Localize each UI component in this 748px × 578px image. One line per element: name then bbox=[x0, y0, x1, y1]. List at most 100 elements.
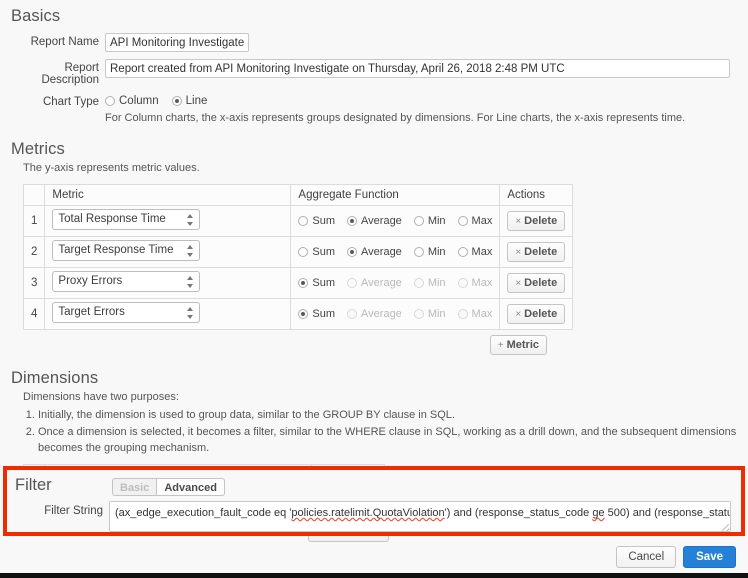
agg-max-label: Max bbox=[472, 308, 493, 320]
radio-average-icon[interactable] bbox=[347, 216, 357, 226]
radio-average-icon bbox=[347, 278, 357, 288]
radio-max-icon bbox=[458, 278, 468, 288]
resize-handle-icon[interactable] bbox=[719, 521, 729, 531]
agg-sum-label: Sum bbox=[312, 246, 335, 258]
filter-string-input[interactable]: (ax_edge_execution_fault_code eq 'polici… bbox=[109, 501, 731, 532]
agg-option-average-3: Average bbox=[347, 277, 402, 289]
metrics-row-actions-cell: × Delete bbox=[500, 206, 573, 237]
agg-average-label: Average bbox=[361, 215, 402, 227]
agg-option-max-2[interactable]: Max bbox=[458, 246, 493, 258]
agg-option-sum-1[interactable]: Sum bbox=[298, 215, 335, 227]
radio-min-icon bbox=[414, 309, 424, 319]
agg-min-label: Min bbox=[428, 277, 446, 289]
delete-metric-button-2[interactable]: × Delete bbox=[507, 242, 565, 262]
metrics-row-aggregate-cell: Sum Average Min bbox=[291, 299, 500, 330]
filter-section-highlight: Filter Basic Advanced Filter String (ax_… bbox=[3, 466, 745, 536]
agg-option-average-2[interactable]: Average bbox=[347, 246, 402, 258]
basics-section: Basics Report Name Report Description Ch… bbox=[0, 0, 748, 126]
plus-icon: + bbox=[498, 340, 504, 351]
dimensions-note: Dimensions have two purposes: bbox=[23, 390, 737, 406]
add-metric-button[interactable]: + Metric bbox=[490, 335, 547, 355]
close-icon: × bbox=[515, 247, 521, 258]
filter-section: Filter Basic Advanced Filter String (ax_… bbox=[7, 470, 741, 532]
agg-option-max-3: Max bbox=[458, 277, 493, 289]
metrics-table: Metric Aggregate Function Actions 1 Tota… bbox=[23, 184, 573, 330]
metrics-row-index: 1 bbox=[24, 206, 45, 237]
metrics-row-actions-cell: × Delete bbox=[500, 268, 573, 299]
radio-sum-icon[interactable] bbox=[298, 309, 308, 319]
report-description-input[interactable] bbox=[105, 59, 730, 78]
agg-min-label: Min bbox=[428, 246, 446, 258]
filter-string-label: Filter String bbox=[15, 501, 109, 517]
chart-type-line-label: Line bbox=[186, 95, 208, 107]
metrics-row-metric-cell: Total Response Time bbox=[45, 206, 291, 237]
table-row: 4 Target Errors Sum bbox=[24, 299, 573, 330]
agg-min-label: Min bbox=[428, 308, 446, 320]
metrics-table-header-row: Metric Aggregate Function Actions bbox=[24, 185, 573, 206]
chart-type-options: Column Line bbox=[105, 93, 685, 107]
save-button[interactable]: Save bbox=[683, 546, 736, 568]
radio-max-icon[interactable] bbox=[458, 216, 468, 226]
agg-option-max-1[interactable]: Max bbox=[458, 215, 493, 227]
chart-type-label: Chart Type bbox=[11, 93, 105, 108]
agg-option-min-2[interactable]: Min bbox=[414, 246, 446, 258]
agg-option-average-1[interactable]: Average bbox=[347, 215, 402, 227]
agg-max-label: Max bbox=[472, 215, 493, 227]
metric-select-2[interactable]: Target Response Time bbox=[52, 240, 200, 261]
agg-average-label: Average bbox=[361, 308, 402, 320]
agg-sum-label: Sum bbox=[312, 308, 335, 320]
report-name-input[interactable] bbox=[105, 33, 249, 52]
report-description-label: Report Description bbox=[11, 59, 105, 86]
radio-max-icon[interactable] bbox=[458, 247, 468, 257]
metrics-row-index: 2 bbox=[24, 237, 45, 268]
agg-option-min-1[interactable]: Min bbox=[414, 215, 446, 227]
metric-select-3-value: Proxy Errors bbox=[58, 275, 122, 287]
list-item: Initially, the dimension is used to grou… bbox=[38, 407, 737, 424]
filter-string-wrap: (ax_edge_execution_fault_code eq 'polici… bbox=[109, 501, 731, 532]
metrics-row-aggregate-cell: Sum Average Min bbox=[291, 268, 500, 299]
chart-type-helper-text: For Column charts, the x-axis represents… bbox=[105, 111, 685, 126]
cancel-button[interactable]: Cancel bbox=[616, 546, 676, 568]
filter-mode-advanced-button[interactable]: Advanced bbox=[156, 478, 225, 496]
filter-mode-toggle: Basic Advanced bbox=[112, 478, 225, 496]
radio-min-icon bbox=[414, 278, 424, 288]
agg-max-label: Max bbox=[472, 246, 493, 258]
delete-metric-button-1[interactable]: × Delete bbox=[507, 211, 565, 231]
agg-option-sum-3[interactable]: Sum bbox=[298, 277, 335, 289]
report-name-row: Report Name bbox=[11, 33, 748, 52]
radio-column-icon[interactable] bbox=[105, 96, 115, 106]
radio-min-icon[interactable] bbox=[414, 247, 424, 257]
metric-select-3[interactable]: Proxy Errors bbox=[52, 271, 200, 292]
agg-average-label: Average bbox=[361, 277, 402, 289]
radio-min-icon[interactable] bbox=[414, 216, 424, 226]
close-icon: × bbox=[515, 309, 521, 320]
radio-average-icon[interactable] bbox=[347, 247, 357, 257]
agg-option-sum-4[interactable]: Sum bbox=[298, 308, 335, 320]
radio-sum-icon[interactable] bbox=[298, 216, 308, 226]
agg-option-average-4: Average bbox=[347, 308, 402, 320]
list-item: Once a dimension is selected, it becomes… bbox=[38, 424, 737, 457]
filter-mode-basic-button[interactable]: Basic bbox=[112, 478, 156, 496]
agg-average-label: Average bbox=[361, 246, 402, 258]
chart-type-option-line[interactable]: Line bbox=[172, 95, 208, 107]
metrics-row-metric-cell: Proxy Errors bbox=[45, 268, 291, 299]
delete-metric-button-3[interactable]: × Delete bbox=[507, 273, 565, 293]
metrics-add-row: + Metric bbox=[23, 335, 547, 355]
radio-sum-icon[interactable] bbox=[298, 278, 308, 288]
filter-string-row: Filter String (ax_edge_execution_fault_c… bbox=[15, 501, 731, 532]
form-footer: Cancel Save bbox=[616, 546, 736, 568]
metric-select-2-value: Target Response Time bbox=[58, 244, 173, 256]
radio-line-icon[interactable] bbox=[172, 96, 182, 106]
agg-option-sum-2[interactable]: Sum bbox=[298, 246, 335, 258]
metrics-row-actions-cell: × Delete bbox=[500, 237, 573, 268]
metrics-aggregate-header: Aggregate Function bbox=[291, 185, 500, 206]
metric-select-4[interactable]: Target Errors bbox=[52, 302, 200, 323]
metrics-actions-header: Actions bbox=[500, 185, 573, 206]
chart-type-option-column[interactable]: Column bbox=[105, 95, 159, 107]
close-icon: × bbox=[515, 278, 521, 289]
delete-metric-button-4[interactable]: × Delete bbox=[507, 304, 565, 324]
close-icon: × bbox=[515, 216, 521, 227]
metric-select-1[interactable]: Total Response Time bbox=[52, 209, 200, 230]
radio-sum-icon[interactable] bbox=[298, 247, 308, 257]
dimensions-heading: Dimensions bbox=[11, 369, 737, 388]
